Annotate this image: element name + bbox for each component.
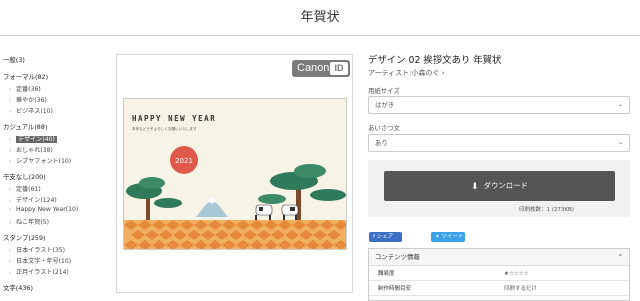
card-illustration: HAPPY NEW YEAR 本年もどうぞよろしくお願いいたします 2021 [124, 99, 346, 249]
category-general[interactable]: 一般(3) [3, 55, 25, 64]
chevron-right-icon: › [9, 248, 11, 254]
chevron-right-icon: › [9, 187, 11, 193]
paper-size-label: 用紙サイズ [368, 87, 400, 95]
category-stamp[interactable]: スタンプ(259) [3, 233, 46, 242]
chevron-right-icon: › [9, 270, 11, 276]
card-year: 2021 [175, 157, 193, 165]
sidebar-item[interactable]: › シブヤフォント(10) [9, 156, 71, 165]
greeting-select[interactable]: あり ⌄ [368, 134, 630, 152]
chevron-right-icon: › [9, 198, 11, 204]
card-heading: HAPPY NEW YEAR [132, 114, 216, 123]
chevron-right-icon: › [9, 259, 11, 265]
facebook-share-button[interactable]: f シェア [369, 232, 402, 242]
chevron-down-icon: ⌄ [617, 139, 623, 146]
new-year-card-preview: HAPPY NEW YEAR 本年もどうぞよろしくお願いいたします 2021 [123, 98, 347, 250]
product-title: デザイン 02 挨拶文あり 年賀状 [368, 55, 502, 66]
artist-link[interactable]: アーティスト:小森のぐ › [368, 68, 445, 78]
sidebar-item[interactable]: › 日本文字・年号(10) [9, 256, 71, 265]
sidebar-item[interactable]: › 日本イラスト(35) [9, 245, 65, 254]
sidebar-item[interactable]: › ビジネス(10) [9, 106, 53, 115]
chevron-right-icon: › [9, 148, 11, 154]
sidebar-item[interactable]: › 定番(61) [9, 184, 41, 193]
chevron-right-icon: › [9, 159, 11, 165]
category-text[interactable]: 文字(436) [3, 283, 33, 292]
content-info-header[interactable]: コンテンツ情報 ⌃ [369, 249, 629, 266]
greeting-label: あいさつ文 [368, 124, 400, 132]
chevron-up-icon: ⌃ [617, 253, 623, 261]
download-button[interactable]: ⬇ ダウンロード [384, 171, 615, 201]
sidebar-item[interactable]: › 華やか(36) [9, 95, 47, 104]
sidebar-item[interactable]: › 正月イラスト(214) [9, 267, 69, 276]
chevron-down-icon: ⌄ [617, 101, 623, 108]
sidebar-item[interactable]: › Happy New Year(10) [9, 206, 78, 213]
sidebar-item[interactable]: › おしゃれ(38) [9, 145, 53, 154]
print-count: 印刷枚数：1 (273KB) [519, 207, 574, 213]
sidebar-item[interactable]: › 定番(36) [9, 84, 41, 93]
paper-size-select[interactable]: はがき ⌄ [368, 96, 630, 114]
page-title: 年賀状 [300, 10, 340, 25]
twitter-tweet-button[interactable]: ✦ ツイート [431, 232, 465, 242]
chevron-right-icon: › [9, 98, 11, 104]
sidebar-item-active[interactable]: › デザイン(40) [9, 134, 57, 143]
sidebar-item[interactable]: › ねこ年賀(5) [9, 217, 49, 226]
info-row: 難易度 ★☆☆☆☆ [369, 267, 629, 281]
chevron-right-icon: › [9, 220, 11, 226]
chevron-right-icon: › [9, 207, 11, 213]
card-message: 本年もどうぞよろしくお願いいたします [132, 126, 197, 131]
category-formal[interactable]: フォーマル(82) [3, 72, 48, 81]
info-row: 制作時間目安 印刷するだけ [369, 282, 629, 296]
chevron-right-icon: › [9, 137, 11, 143]
download-icon: ⬇ [471, 182, 479, 192]
title-divider [0, 35, 640, 36]
category-no-zodiac[interactable]: 干支なし(200) [3, 172, 46, 181]
sidebar-item[interactable]: › デザイン(124) [9, 195, 57, 204]
canon-id-logo: Canon ID [292, 60, 350, 77]
content-info-panel: コンテンツ情報 ⌃ 難易度 ★☆☆☆☆ 制作時間目安 印刷するだけ [368, 248, 630, 301]
category-casual[interactable]: カジュアル(88) [3, 122, 47, 131]
chevron-right-icon: › [9, 109, 11, 115]
chevron-right-icon: › [9, 87, 11, 93]
